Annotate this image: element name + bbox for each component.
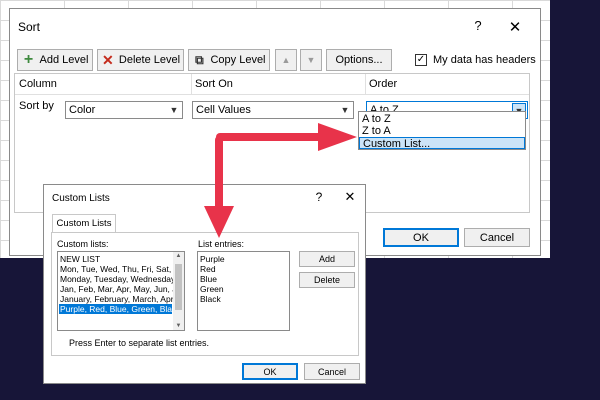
- arrow-to-list-entries: [204, 133, 236, 238]
- arrow-to-custom-list: [228, 123, 357, 151]
- annotation-arrows: [204, 123, 357, 238]
